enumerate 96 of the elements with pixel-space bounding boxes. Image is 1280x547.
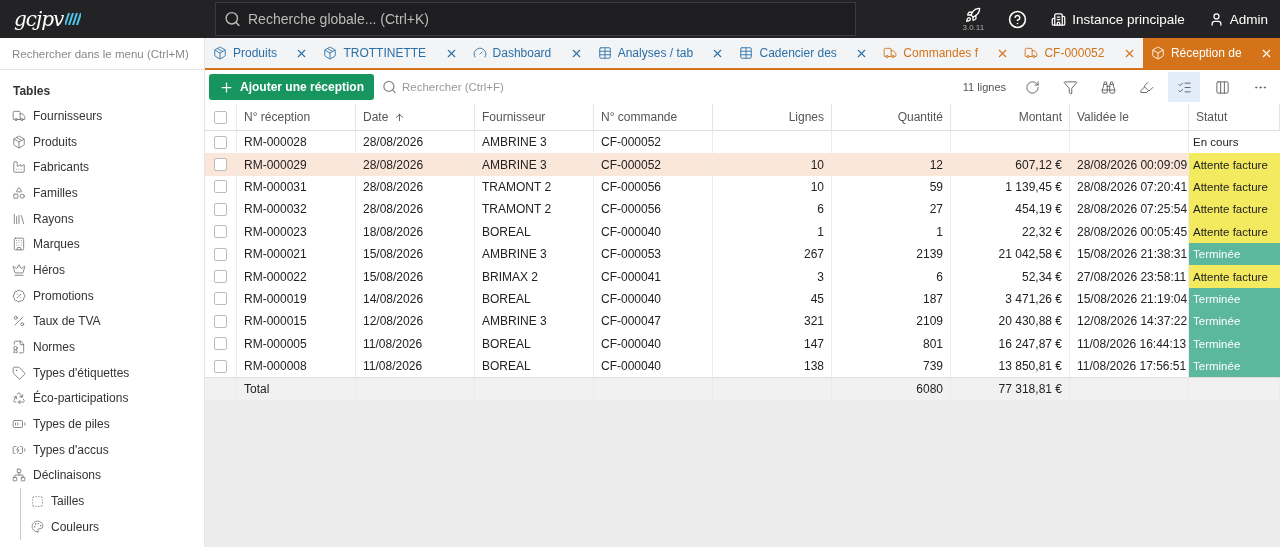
sidebar-item[interactable]: Éco-participations — [0, 385, 204, 412]
sidebar-item[interactable]: Normes — [0, 334, 204, 360]
section-title: Tables — [12, 83, 52, 100]
shapes-icon — [12, 185, 26, 200]
percent-badge-icon — [12, 288, 26, 303]
sidebar-item[interactable]: Familles — [0, 180, 204, 206]
document-icon — [12, 340, 26, 355]
total-cell: 77 318,81 € — [951, 377, 1070, 401]
sidebar-item[interactable]: Héros — [0, 257, 204, 283]
table-icon — [739, 46, 754, 60]
status-cell: Attente facture — [1189, 153, 1280, 176]
version-label: 3.0.11 — [962, 22, 985, 32]
user-icon — [1208, 11, 1224, 27]
sidebar-item[interactable]: Marques — [0, 231, 204, 258]
tab[interactable]: Cadencier des — [731, 38, 876, 68]
row-count: 11 lignes — [962, 81, 1006, 93]
status-cell: Terminée — [1189, 242, 1280, 266]
sidebar-item[interactable]: Types de piles — [0, 411, 204, 437]
row-checkbox[interactable] — [214, 247, 227, 261]
sidebar-item[interactable]: Promotions — [0, 282, 204, 309]
sidebar-item[interactable]: Fournisseurs — [0, 103, 204, 129]
truck-icon — [1024, 46, 1039, 60]
hierarchy-icon — [12, 468, 26, 483]
status-cell: Terminée — [1189, 354, 1280, 378]
global-search-field[interactable]: Recherche globale... (Ctrl+K) — [215, 2, 856, 36]
logo: gcjpv — [14, 7, 64, 31]
sidebar-item[interactable]: Types d'étiquettes — [0, 359, 204, 386]
status-cell: Attente facture — [1189, 220, 1280, 243]
table-cell: RM-000029 — [237, 153, 356, 176]
sort-arrow-icon — [394, 111, 406, 123]
total-label: Total — [237, 377, 356, 401]
add-reception-button[interactable]: Ajouter une réception — [209, 74, 374, 100]
books-icon — [12, 211, 26, 226]
row-checkbox[interactable] — [214, 270, 227, 284]
tab[interactable]: Analyses / tab — [589, 38, 732, 68]
status-cell: Attente facture — [1189, 175, 1280, 199]
building-icon — [12, 237, 26, 252]
sidebar-item[interactable]: Tailles — [21, 488, 204, 514]
tag-icon — [12, 365, 26, 380]
help-icon[interactable] — [1008, 9, 1028, 29]
logo-stripes-icon — [65, 13, 82, 25]
tab[interactable]: Dashboard — [464, 38, 590, 68]
rocket-icon[interactable] — [965, 6, 982, 23]
factory-icon — [12, 160, 26, 175]
table-cell: 607,12 € — [951, 153, 1070, 176]
sidebar-item[interactable]: Déclinaisons — [0, 462, 204, 489]
row-checkbox[interactable] — [214, 314, 227, 328]
row-checkbox[interactable] — [214, 225, 227, 239]
search-icon — [382, 79, 397, 95]
total-cell: 6080 — [832, 377, 951, 401]
percent-icon — [12, 314, 26, 329]
search-icon — [224, 10, 241, 28]
status-cell: Terminée — [1189, 332, 1280, 355]
table-cell: 10 — [713, 153, 832, 176]
plus-icon — [219, 79, 234, 95]
table-cell: 28/08/2026 — [356, 153, 475, 176]
truck-icon — [883, 46, 898, 60]
cube-icon — [12, 134, 26, 149]
table-cell: 12 — [832, 153, 951, 176]
sidebar-item[interactable]: Produits — [0, 128, 204, 155]
sidebar-item[interactable]: Fabricants — [0, 154, 204, 181]
table-icon — [597, 46, 612, 60]
row-checkbox[interactable] — [214, 202, 227, 216]
row-checkbox[interactable] — [214, 292, 227, 306]
row-checkbox[interactable] — [214, 180, 227, 194]
table-cell: CF-000052 — [594, 153, 713, 176]
box-icon — [1150, 46, 1165, 60]
tab[interactable]: TROTTINETTE — [315, 38, 465, 68]
crown-icon — [12, 262, 26, 277]
tab[interactable]: Produits — [205, 38, 316, 68]
dashed-square-icon — [31, 494, 44, 508]
list-icon[interactable] — [1168, 72, 1200, 102]
user-button[interactable]: Admin — [1208, 11, 1268, 27]
sidebar-item[interactable]: Rayons — [0, 205, 204, 232]
sidebar-item[interactable]: Types d'accus — [0, 436, 204, 463]
recycle-icon — [12, 391, 26, 406]
row-checkbox[interactable] — [214, 135, 227, 149]
cube-icon — [323, 46, 338, 60]
sidebar-item[interactable]: Taux de TVA — [0, 308, 204, 335]
row-checkbox[interactable] — [214, 158, 227, 172]
status-cell: Attente facture — [1189, 265, 1280, 288]
row-checkbox[interactable] — [214, 337, 227, 351]
select-all-checkbox[interactable] — [214, 110, 227, 124]
status-cell: Terminée — [1189, 310, 1280, 333]
building-icon — [1051, 11, 1067, 27]
status-cell: Terminée — [1189, 287, 1280, 311]
truck-icon — [12, 108, 26, 123]
table-cell: 28/08/2026 00:09:09 — [1070, 153, 1189, 176]
gauge-icon — [472, 46, 487, 60]
cube-icon — [213, 46, 227, 60]
palette-icon — [31, 520, 44, 534]
instance-button[interactable]: Instance principale — [1051, 11, 1185, 27]
table-cell: AMBRINE 3 — [475, 153, 594, 176]
row-checkbox[interactable] — [214, 359, 227, 373]
status-cell: Attente facture — [1189, 198, 1280, 221]
sidebar-item[interactable]: Couleurs — [21, 514, 204, 540]
